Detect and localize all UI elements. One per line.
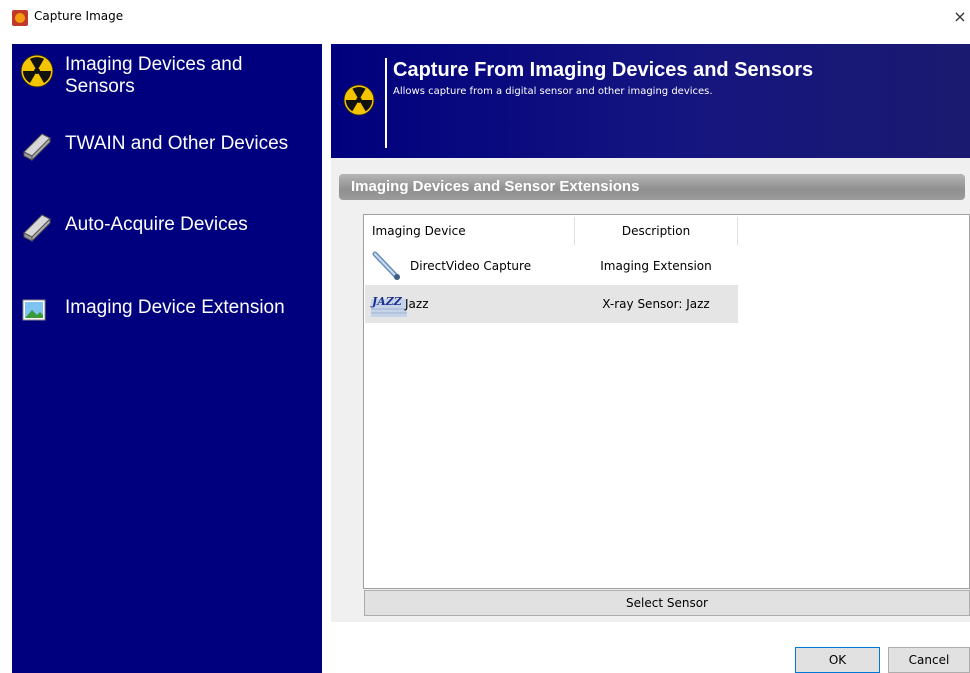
sidebar-item-auto-acquire[interactable]: Auto-Acquire Devices <box>12 209 322 245</box>
device-list[interactable]: Imaging Device Description DirectVideo C… <box>363 214 970 589</box>
select-sensor-button[interactable]: Select Sensor <box>364 590 970 616</box>
app-icon <box>12 10 28 26</box>
section-title: Imaging Devices and Sensor Extensions <box>351 178 640 195</box>
scanner-icon <box>23 133 51 162</box>
column-divider[interactable] <box>737 217 738 245</box>
sidebar: Imaging Devices and Sensors TWAIN and Ot… <box>12 44 322 673</box>
radiation-icon <box>343 84 375 116</box>
page-header: Capture From Imaging Devices and Sensors… <box>331 44 970 158</box>
list-item[interactable]: DirectVideo Capture Imaging Extension <box>365 247 738 285</box>
page-title: Capture From Imaging Devices and Sensors <box>393 59 814 81</box>
sidebar-item-label: Imaging Devices and Sensors <box>65 54 243 97</box>
device-description: X-ray Sensor: Jazz <box>602 297 710 311</box>
camera-probe-icon <box>372 251 400 280</box>
device-description: Imaging Extension <box>600 259 712 273</box>
window-title: Capture Image <box>34 9 124 23</box>
column-header-device[interactable]: Imaging Device <box>372 215 572 247</box>
sidebar-item-imaging-devices[interactable]: Imaging Devices and Sensors <box>12 54 322 106</box>
radiation-icon <box>20 54 54 88</box>
sidebar-item-twain[interactable]: TWAIN and Other Devices <box>12 128 322 164</box>
list-item[interactable]: JAZZ Jazz X-ray Sensor: Jazz <box>365 285 738 323</box>
sidebar-item-label: TWAIN and Other Devices <box>65 133 289 154</box>
cancel-button[interactable]: Cancel <box>888 647 970 673</box>
page-subtitle: Allows capture from a digital sensor and… <box>393 86 713 97</box>
scanner-icon <box>23 214 51 243</box>
image-icon <box>22 299 46 321</box>
sidebar-item-imaging-extension[interactable]: Imaging Device Extension <box>12 292 322 328</box>
column-header-description[interactable]: Description <box>575 215 737 247</box>
close-button[interactable]: × <box>950 6 970 28</box>
device-name: DirectVideo Capture <box>410 259 532 273</box>
header-divider <box>385 58 387 148</box>
title-bar: Capture Image × <box>0 0 970 36</box>
svg-text:JAZZ: JAZZ <box>370 295 403 308</box>
sidebar-item-label: Imaging Device Extension <box>65 297 285 318</box>
sidebar-item-label: Auto-Acquire Devices <box>65 214 248 235</box>
jazz-logo-icon: JAZZ <box>370 295 407 317</box>
section-header: Imaging Devices and Sensor Extensions <box>339 174 965 200</box>
content-panel: Capture From Imaging Devices and Sensors… <box>331 44 970 622</box>
ok-button[interactable]: OK <box>795 647 880 673</box>
device-name: Jazz <box>405 297 429 311</box>
